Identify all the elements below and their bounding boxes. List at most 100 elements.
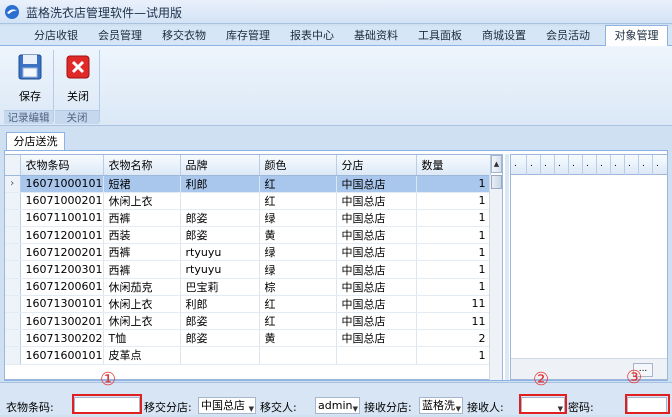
column-header[interactable]: . (583, 155, 597, 175)
cell-quantity[interactable]: 1 (416, 260, 491, 279)
cell-name[interactable]: 短裙 (103, 175, 181, 193)
cell-name[interactable]: 西装 (103, 226, 181, 245)
close-button[interactable]: 关闭 (58, 50, 98, 108)
cell-name[interactable]: 西裤 (103, 243, 181, 262)
cell-name[interactable]: 休闲茄克 (103, 278, 181, 296)
cell-barcode[interactable]: 16071300202 (20, 329, 104, 348)
tab-mall-settings[interactable]: 商城设置 (476, 26, 532, 46)
row-indicator[interactable] (5, 243, 21, 262)
column-header[interactable]: . (625, 155, 639, 175)
cell-store[interactable]: 中国总店 (336, 226, 417, 245)
cell-color[interactable]: 绿 (259, 243, 337, 262)
cell-name[interactable]: 休闲上衣 (103, 192, 181, 210)
tab-transfer-clothes[interactable]: 移交衣物 (156, 26, 212, 46)
cell-store[interactable]: 中国总店 (336, 175, 417, 193)
cell-brand[interactable] (180, 346, 260, 365)
tab-inventory[interactable]: 库存管理 (220, 26, 276, 46)
current-row-indicator[interactable]: › (5, 175, 21, 193)
cell-brand[interactable]: rtyuyu (180, 243, 260, 262)
cell-barcode[interactable]: 16071600101 (20, 346, 104, 365)
tab-member-events[interactable]: 会员活动 (540, 26, 596, 46)
row-indicator[interactable] (5, 226, 21, 245)
tab-store-send-wash[interactable]: 分店送洗 (6, 132, 65, 150)
cell-brand[interactable]: 郎姿 (180, 329, 260, 348)
table-row[interactable]: 16071200201 西裤 rtyuyu 绿中国总店 1 (5, 243, 491, 262)
column-header[interactable]: . (511, 155, 527, 175)
cell-brand[interactable]: rtyuyu (180, 260, 260, 279)
column-header[interactable]: . (597, 155, 611, 175)
cell-barcode[interactable]: 16071000101 (20, 175, 104, 193)
transfer-store-select[interactable]: 中国总店 ▼ (198, 397, 256, 414)
cell-color[interactable]: 黄 (259, 226, 337, 245)
cell-brand[interactable] (180, 192, 260, 210)
cell-quantity[interactable]: 11 (416, 312, 491, 331)
tab-tools[interactable]: 工具面板 (412, 26, 468, 46)
row-indicator[interactable] (5, 346, 21, 365)
cell-barcode[interactable]: 16071300201 (20, 312, 104, 331)
column-header[interactable]: . (639, 155, 653, 175)
cell-brand[interactable]: 利郎 (180, 295, 260, 314)
row-indicator[interactable] (5, 295, 21, 314)
tab-store-cashier[interactable]: 分店收银 (28, 26, 84, 46)
cell-color[interactable]: 红 (259, 312, 337, 331)
column-header[interactable]: . (541, 155, 555, 175)
cell-barcode[interactable]: 16071100101 (20, 209, 104, 228)
save-button[interactable]: 保存 (10, 50, 50, 108)
cell-quantity[interactable]: 1 (416, 243, 491, 262)
table-row[interactable]: 16071100101 西裤 郎姿绿中国总店 1 (5, 209, 491, 228)
cell-quantity[interactable]: 2 (416, 329, 491, 348)
cell-barcode[interactable]: 16071000201 (20, 192, 104, 210)
cell-color[interactable]: 黄 (259, 329, 337, 348)
cell-name[interactable]: 休闲上衣 (103, 295, 181, 314)
column-header-brand[interactable]: 品牌 (180, 155, 260, 176)
column-header-color[interactable]: 颜色 (259, 155, 337, 176)
grid-vertical-scrollbar[interactable]: ▲ (489, 155, 502, 380)
tab-object-management[interactable]: 对象管理 (605, 25, 668, 46)
row-indicator[interactable] (5, 209, 21, 228)
row-indicator[interactable] (5, 278, 21, 296)
row-indicator[interactable] (5, 312, 21, 331)
transferrer-select[interactable]: admin ▼ (315, 397, 360, 414)
table-row[interactable]: 16071600101 皮革点 1 (5, 346, 491, 365)
cell-color[interactable]: 红 (259, 175, 337, 193)
row-indicator[interactable] (5, 260, 21, 279)
scroll-up-icon[interactable]: ▲ (491, 155, 502, 173)
cell-name[interactable]: 西裤 (103, 260, 181, 279)
tab-basic-data[interactable]: 基础资料 (348, 26, 404, 46)
column-header-barcode[interactable]: 衣物条码 (20, 155, 104, 176)
cell-store[interactable] (336, 346, 417, 365)
cell-barcode[interactable]: 16071300101 (20, 295, 104, 314)
cell-color[interactable]: 绿 (259, 209, 337, 228)
cell-barcode[interactable]: 16071200101 (20, 226, 104, 245)
cell-store[interactable]: 中国总店 (336, 295, 417, 314)
column-header[interactable]: . (555, 155, 569, 175)
cell-quantity[interactable]: 11 (416, 295, 491, 314)
cell-store[interactable]: 中国总店 (336, 209, 417, 228)
cell-store[interactable]: 中国总店 (336, 278, 417, 296)
cell-brand[interactable]: 利郎 (180, 175, 260, 193)
column-header-name[interactable]: 衣物名称 (103, 155, 181, 176)
table-row[interactable]: 16071200101 西装 郎姿黄中国总店 1 (5, 226, 491, 245)
table-row[interactable]: › 16071000101 短裙 利郎红中国总店 1 (5, 175, 491, 193)
cell-store[interactable]: 中国总店 (336, 312, 417, 331)
table-row[interactable]: 16071200301 西裤 rtyuyu 绿中国总店 1 (5, 260, 491, 279)
cell-color[interactable]: 红 (259, 192, 337, 210)
cell-store[interactable]: 中国总店 (336, 243, 417, 262)
row-indicator[interactable] (5, 192, 21, 210)
cell-store[interactable]: 中国总店 (336, 192, 417, 210)
receive-store-select[interactable]: 蓝格洗 ▼ (419, 397, 463, 414)
table-row[interactable]: 16071300202 T恤 郎姿黄中国总店 2 (5, 329, 491, 348)
cell-color[interactable]: 绿 (259, 260, 337, 279)
cell-quantity[interactable]: 1 (416, 346, 491, 365)
cell-quantity[interactable]: 1 (416, 226, 491, 245)
cell-brand[interactable]: 郎姿 (180, 312, 260, 331)
tab-reports[interactable]: 报表中心 (284, 26, 340, 46)
cell-brand[interactable]: 巴宝莉 (180, 278, 260, 296)
cell-color[interactable] (259, 346, 337, 365)
cell-barcode[interactable]: 16071200201 (20, 243, 104, 262)
cell-color[interactable]: 红 (259, 295, 337, 314)
cell-brand[interactable]: 郎姿 (180, 209, 260, 228)
cell-quantity[interactable]: 1 (416, 192, 491, 210)
table-row[interactable]: 16071000201 休闲上衣 红中国总店 1 (5, 192, 491, 210)
table-row[interactable]: 16071300201 休闲上衣 郎姿红中国总店 11 (5, 312, 491, 331)
